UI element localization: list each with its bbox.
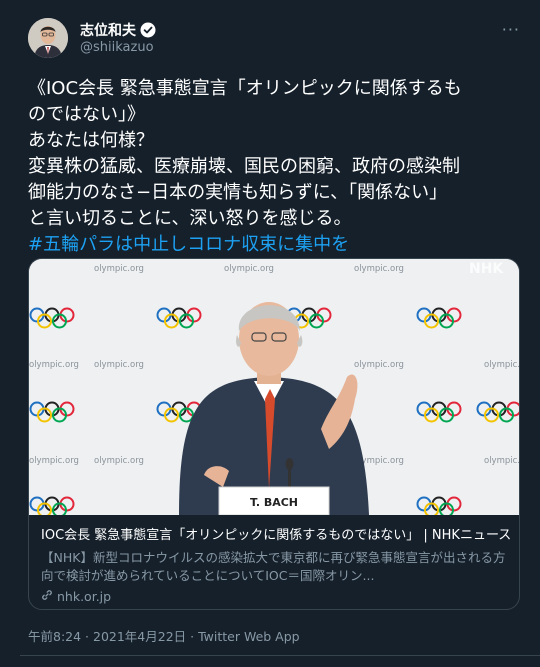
link-icon (41, 589, 53, 604)
card-domain-text: nhk.or.jp (57, 589, 112, 604)
author-display-name[interactable]: 志位和夫 (80, 20, 156, 40)
tweet-line: 変異株の猛威、医療崩壊、国民の困窮、政府の感染制 (28, 156, 460, 177)
card-domain: nhk.or.jp (41, 589, 511, 604)
backdrop-text: olympic.org (224, 264, 274, 274)
backdrop-text: olympic.org (484, 456, 519, 466)
source-app-link[interactable]: Twitter Web App (198, 629, 300, 644)
verified-badge-icon (140, 22, 156, 38)
tweet-line: のではない」》 (28, 104, 145, 125)
author-handle[interactable]: @shiikazuo (80, 40, 154, 55)
nhk-watermark: NHK (469, 261, 504, 277)
tweet-body: 《IOC会長 緊急事態宣言「オリンピックに関係するも のではない」》 あなたは何… (28, 76, 528, 258)
backdrop-text: olympic.org (94, 360, 144, 370)
tweet-line: 《IOC会長 緊急事態宣言「オリンピックに関係するも (28, 78, 462, 99)
card-text: IOC会長 緊急事態宣言「オリンピックに関係するものではない」 | NHKニュー… (41, 527, 511, 604)
hashtag-link[interactable]: #五輪パラは中止しコロナ収束に集中を (28, 232, 528, 258)
more-options-icon[interactable]: ··· (502, 20, 520, 39)
backdrop-text: olympic.org (94, 264, 144, 274)
card-image: olympic.org olympic.org olympic.org olym… (29, 259, 519, 518)
backdrop-text: olympic.org (29, 456, 79, 466)
tweet-line: 御能力のなさ−日本の実情も知らずに、「関係ない」 (28, 182, 448, 203)
link-preview-card[interactable]: olympic.org olympic.org olympic.org olym… (28, 258, 520, 610)
card-title: IOC会長 緊急事態宣言「オリンピックに関係するものではない」 | NHKニュー… (41, 528, 511, 543)
backdrop-text: olympic.org (354, 360, 404, 370)
tweet: 志位和夫 @shiikazuo ··· 《IOC会長 緊急事態宣言「オリンピック… (0, 0, 540, 667)
avatar[interactable] (28, 18, 68, 58)
tweet-line: と言い切ることに、深い怒りを感じる。 (28, 208, 352, 229)
tweet-meta: 午前8:24 · 2021年4月22日 · Twitter Web App (28, 626, 300, 645)
backdrop-text: olympic.org (29, 360, 79, 370)
divider (20, 655, 540, 656)
author-name-text[interactable]: 志位和夫 (80, 20, 136, 40)
backdrop-text: olympic.org (354, 264, 404, 274)
nameplate-text: T. BACH (250, 496, 298, 509)
backdrop-text: olympic.org (94, 456, 144, 466)
backdrop-text: olympic.org (484, 360, 519, 370)
card-description: 【NHK】新型コロナウイルスの感染拡大で東京都に再び緊急事態宣言が出される方向で… (41, 550, 506, 583)
tweet-line: あなたは何様？ (28, 130, 154, 151)
timestamp-link[interactable]: 午前8:24 · 2021年4月22日 · (28, 629, 198, 644)
